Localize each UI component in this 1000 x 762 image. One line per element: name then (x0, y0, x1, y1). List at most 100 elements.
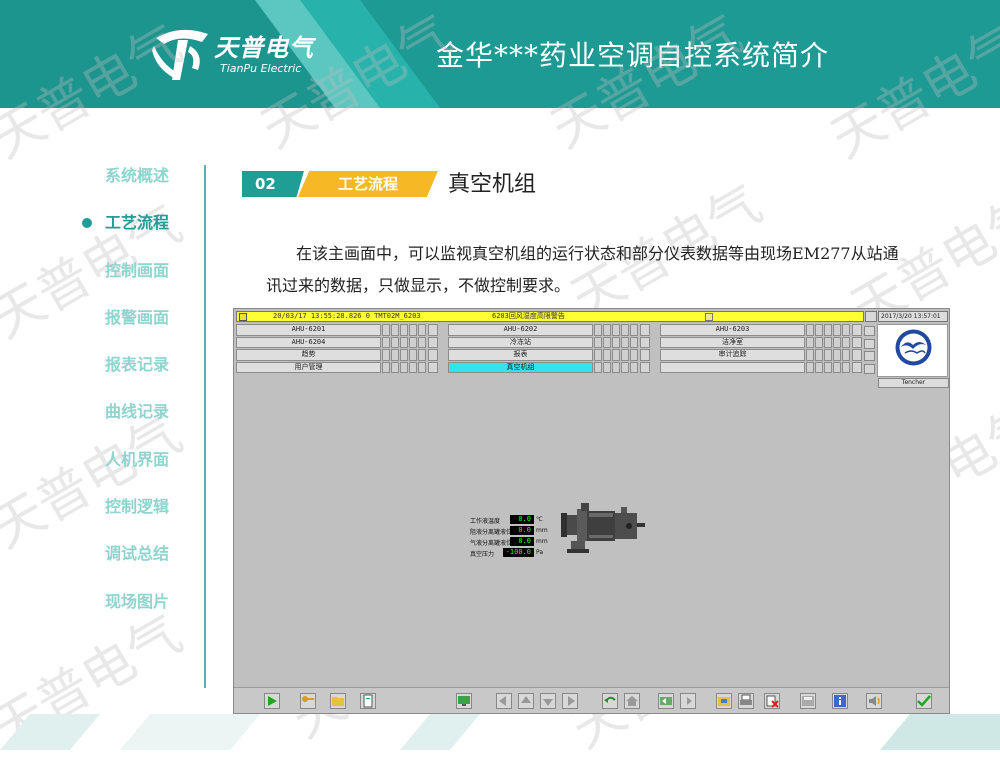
nav-button-report[interactable]: 报表 (448, 349, 593, 361)
print-icon[interactable] (738, 693, 754, 709)
status-cell (409, 349, 417, 361)
status-cell (630, 324, 638, 336)
nav-item-alarm-screen[interactable]: 报警画面 (80, 302, 205, 349)
arrow-up-icon[interactable] (518, 693, 534, 709)
status-cell (640, 324, 650, 336)
logo-chinese-name: 天普电气 (214, 34, 314, 62)
reading-value: 0.0 (510, 526, 534, 535)
status-cell (382, 324, 390, 336)
nav-item-control-logic[interactable]: 控制逻辑 (80, 491, 205, 538)
reading-label: 阻液分离罐液位 (470, 529, 513, 536)
scada-toolbar (234, 687, 949, 713)
check-icon[interactable] (916, 693, 932, 709)
status-cell (428, 336, 438, 348)
section-title: 真空机组 (448, 172, 537, 197)
nav-button-vacuum-unit[interactable]: 真空机组 (448, 361, 593, 373)
save-icon[interactable] (716, 693, 732, 709)
reading-unit: mm (536, 527, 548, 534)
document-icon[interactable] (360, 693, 376, 709)
nav-item-overview[interactable]: 系统概述 (80, 160, 205, 207)
status-cell (621, 349, 629, 361)
status-cell (806, 361, 814, 373)
side-toggle-button[interactable] (864, 326, 875, 336)
nav-item-label: 系统概述 (105, 166, 170, 185)
play-icon[interactable] (264, 693, 280, 709)
arrow-down-icon[interactable] (540, 693, 556, 709)
status-cell (428, 349, 438, 361)
user-label: Tencher (878, 378, 949, 388)
logo-english-name: TianPu Electric (220, 62, 302, 75)
logo-mark-icon (152, 29, 208, 80)
status-cell (428, 324, 438, 336)
nav-item-site-photos[interactable]: 现场图片 (80, 586, 205, 633)
info-icon[interactable] (832, 693, 848, 709)
status-cell (630, 349, 638, 361)
screen-nav-grid: AHU-6201 AHU-6202 AHU-6203 AHU-6204 冷冻站 … (236, 324, 864, 374)
delete-icon[interactable] (764, 693, 780, 709)
status-cell (603, 336, 611, 348)
alarm-time: 20/03/17 13:55:28.826 0 TMT02M_6203 (273, 312, 421, 320)
status-cell (594, 336, 602, 348)
home-icon[interactable] (624, 693, 640, 709)
company-emblem-box: Tencher (877, 324, 949, 388)
status-cell (824, 349, 832, 361)
status-cell (621, 324, 629, 336)
side-toggle-button[interactable] (864, 351, 875, 361)
nav-item-process-flow[interactable]: 工艺流程 (80, 207, 205, 254)
reading-label: 真空压力 (470, 551, 495, 558)
key-icon[interactable] (300, 693, 316, 709)
nav-button-user-management[interactable]: 用户管理 (236, 361, 381, 373)
nav-button-cleanroom[interactable]: 洁净室 (660, 336, 805, 348)
status-cell (612, 324, 620, 336)
status-cell (418, 361, 426, 373)
undo-icon[interactable] (602, 693, 618, 709)
status-cell (391, 324, 399, 336)
screen-icon[interactable] (456, 693, 472, 709)
status-cell (382, 336, 390, 348)
nav-item-label: 控制画面 (105, 260, 170, 280)
status-cell (852, 324, 862, 336)
nav-button-chiller-station[interactable]: 冷冻站 (448, 336, 593, 348)
vacuum-pump-icon (561, 503, 645, 553)
nav-item-control-screen[interactable]: 控制画面 (80, 255, 205, 302)
nav-button-ahu-6202[interactable]: AHU-6202 (448, 324, 593, 336)
status-cell (418, 349, 426, 361)
alarm-ack-box[interactable] (705, 313, 713, 321)
nav-item-label: 工艺流程 (105, 213, 170, 233)
back-icon[interactable] (658, 693, 674, 709)
system-clock: 2017/3/20 13:57:01 (878, 311, 948, 322)
reading-unit: ℃ (536, 516, 543, 523)
folder-icon[interactable] (330, 693, 346, 709)
alarm-list-button[interactable] (865, 311, 877, 322)
alarm-banner[interactable]: 20/03/17 13:55:28.826 0 TMT02M_6203 6203… (236, 311, 864, 322)
nav-item-report-records[interactable]: 报表记录 (80, 349, 205, 396)
sound-icon[interactable] (866, 693, 882, 709)
disk-icon[interactable] (800, 693, 816, 709)
nav-button-ahu-6201[interactable]: AHU-6201 (236, 324, 381, 336)
status-cell (852, 361, 862, 373)
arrow-left-icon[interactable] (496, 693, 512, 709)
status-cell (640, 336, 650, 348)
status-cell (603, 361, 611, 373)
status-cell (409, 361, 417, 373)
status-cell (815, 324, 823, 336)
side-toggle-button[interactable] (864, 339, 875, 349)
status-cell (603, 349, 611, 361)
status-cell (842, 324, 850, 336)
status-cell (612, 361, 620, 373)
alarm-checkbox[interactable] (239, 313, 247, 321)
nav-item-trend-records[interactable]: 曲线记录 (80, 396, 205, 443)
nav-item-commissioning-summary[interactable]: 调试总结 (80, 538, 205, 585)
nav-item-hmi[interactable]: 人机界面 (80, 444, 205, 491)
status-cell (428, 361, 438, 373)
nav-button-audit-trail[interactable]: 审计追踪 (660, 349, 805, 361)
nav-button-ahu-6204[interactable]: AHU-6204 (236, 336, 381, 348)
nav-button-empty[interactable] (660, 361, 805, 373)
nav-button-trend[interactable]: 趋势 (236, 349, 381, 361)
arrow-right-icon[interactable] (562, 693, 578, 709)
active-dot-icon (82, 218, 92, 229)
side-toggle-button[interactable] (864, 364, 875, 374)
status-cell (409, 324, 417, 336)
nav-button-ahu-6203[interactable]: AHU-6203 (660, 324, 805, 336)
forward-icon[interactable] (680, 693, 696, 709)
